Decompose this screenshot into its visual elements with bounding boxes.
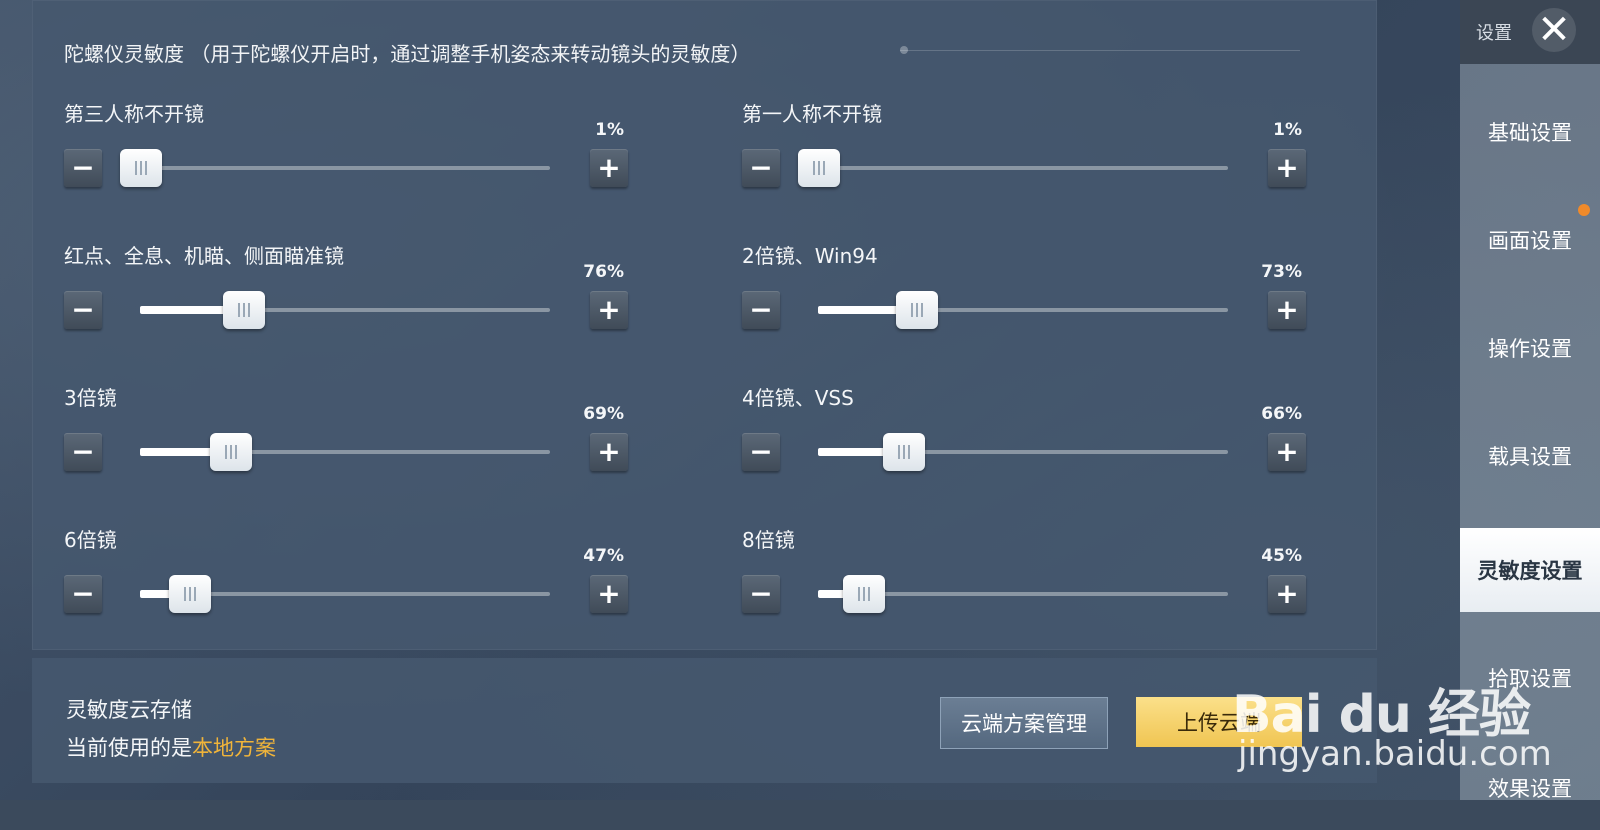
decrease-button[interactable]: − [64, 291, 102, 329]
cloud-storage-status: 当前使用的是本地方案 [66, 732, 276, 762]
slider-thumb[interactable] [895, 291, 938, 329]
increase-button[interactable]: + [590, 149, 628, 187]
title-divider [900, 50, 1300, 51]
slider-thumb[interactable] [223, 291, 266, 329]
setting-label: 第三人称不开镜 [64, 102, 204, 126]
setting-label: 6倍镜 [64, 528, 117, 552]
increase-button[interactable]: + [1268, 575, 1306, 613]
slider-track[interactable] [140, 291, 550, 329]
slider-track[interactable] [140, 433, 550, 471]
setting-2x-win94: 2倍镜、Win94 73% − + [742, 240, 1312, 360]
decrease-button[interactable]: − [742, 149, 780, 187]
setting-third-person-no-scope: 第三人称不开镜 1% − + [64, 98, 634, 218]
setting-value: 69% [583, 404, 624, 424]
cloud-storage-title: 灵敏度云存储 [66, 698, 192, 722]
slider-track[interactable] [818, 575, 1228, 613]
slider-thumb[interactable] [882, 433, 925, 471]
setting-6x-scope: 6倍镜 47% − + [64, 524, 634, 644]
decrease-button[interactable]: − [64, 575, 102, 613]
increase-button[interactable]: + [590, 433, 628, 471]
setting-value: 1% [595, 120, 624, 140]
slider-thumb[interactable] [798, 149, 840, 187]
sidebar-item-basic[interactable]: 基础设置 [1460, 90, 1600, 174]
increase-button[interactable]: + [590, 575, 628, 613]
slider-track[interactable] [798, 149, 1228, 187]
slider-thumb[interactable] [843, 575, 886, 613]
section-title: 陀螺仪灵敏度 （用于陀螺仪开启时，通过调整手机姿态来转动镜头的灵敏度） [64, 42, 751, 66]
close-icon[interactable]: ✕ [1532, 8, 1576, 52]
notification-dot [1578, 204, 1590, 216]
setting-label: 3倍镜 [64, 386, 117, 410]
decrease-button[interactable]: − [64, 149, 102, 187]
status-prefix: 当前使用的是 [66, 736, 192, 760]
decrease-button[interactable]: − [64, 433, 102, 471]
setting-8x-scope: 8倍镜 45% − + [742, 524, 1312, 644]
slider-thumb[interactable] [120, 149, 162, 187]
setting-label: 2倍镜、Win94 [742, 244, 878, 268]
divider-dot [900, 46, 908, 54]
sidebar-item-controls[interactable]: 操作设置 [1460, 306, 1600, 390]
sidebar-item-vehicle[interactable]: 载具设置 [1460, 414, 1600, 498]
setting-label: 4倍镜、VSS [742, 386, 854, 410]
setting-4x-vss: 4倍镜、VSS 66% − + [742, 382, 1312, 502]
setting-value: 47% [583, 546, 624, 566]
increase-button[interactable]: + [1268, 291, 1306, 329]
settings-tag: 设置 [1476, 23, 1512, 44]
cloud-scheme-manage-button[interactable]: 云端方案管理 [940, 697, 1108, 749]
setting-value: 76% [583, 262, 624, 282]
slider-track[interactable] [120, 149, 550, 187]
decrease-button[interactable]: − [742, 291, 780, 329]
setting-value: 66% [1261, 404, 1302, 424]
increase-button[interactable]: + [1268, 433, 1306, 471]
setting-value: 45% [1261, 546, 1302, 566]
slider-track[interactable] [818, 291, 1228, 329]
sidebar-item-sensitivity[interactable]: 灵敏度设置 [1460, 528, 1600, 612]
slider-thumb[interactable] [169, 575, 212, 613]
increase-button[interactable]: + [1268, 149, 1306, 187]
setting-3x-scope: 3倍镜 69% − + [64, 382, 634, 502]
setting-value: 73% [1261, 262, 1302, 282]
status-local-scheme: 本地方案 [192, 736, 276, 760]
increase-button[interactable]: + [590, 291, 628, 329]
decrease-button[interactable]: − [742, 575, 780, 613]
baidu-watermark-url: jingyan.baidu.com [1238, 734, 1552, 774]
slider-track[interactable] [140, 575, 550, 613]
setting-label: 红点、全息、机瞄、侧面瞄准镜 [64, 244, 344, 268]
setting-label: 8倍镜 [742, 528, 795, 552]
setting-first-person-no-scope: 第一人称不开镜 1% − + [742, 98, 1312, 218]
setting-label: 第一人称不开镜 [742, 102, 882, 126]
slider-track[interactable] [818, 433, 1228, 471]
slider-thumb[interactable] [210, 433, 253, 471]
setting-value: 1% [1273, 120, 1302, 140]
decrease-button[interactable]: − [742, 433, 780, 471]
setting-red-dot-holo: 红点、全息、机瞄、侧面瞄准镜 76% − + [64, 240, 634, 360]
